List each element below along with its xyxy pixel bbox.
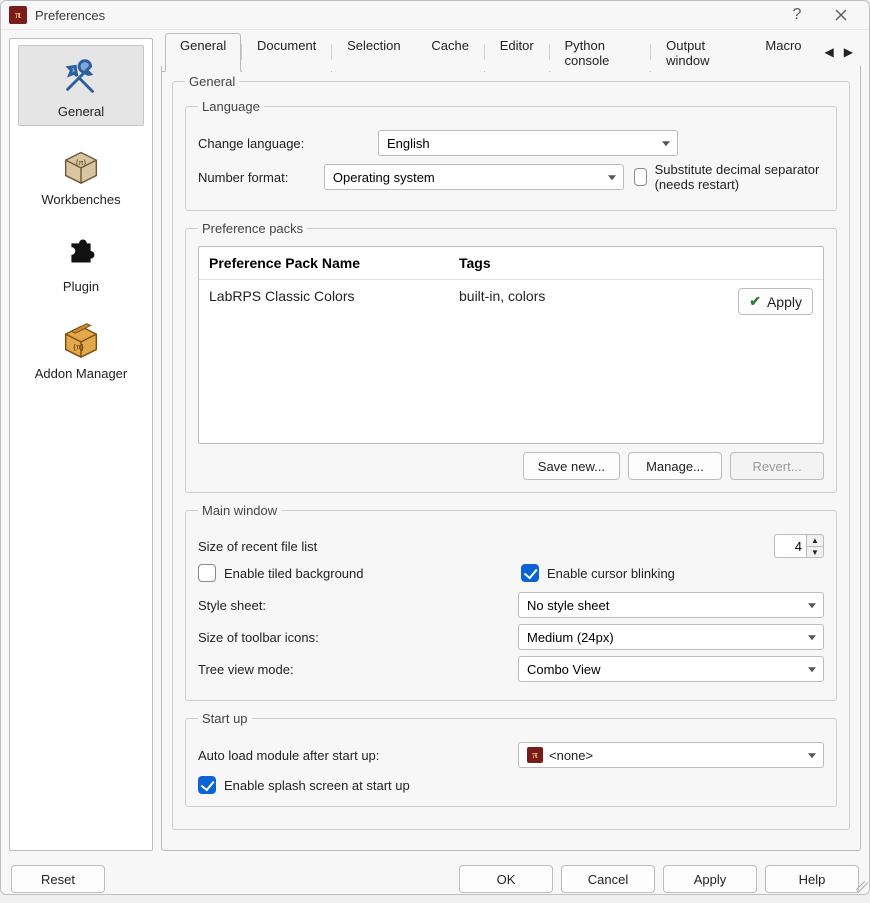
category-label: Workbenches bbox=[41, 192, 120, 207]
toolbar-size-label: Size of toolbar icons: bbox=[198, 630, 508, 645]
number-format-label: Number format: bbox=[198, 170, 314, 185]
category-addon-manager[interactable]: {π} Addon Manager bbox=[18, 308, 144, 387]
tiled-bg-checkbox[interactable] bbox=[198, 564, 216, 582]
tab-cache[interactable]: Cache bbox=[416, 33, 484, 72]
tab-python-console[interactable]: Python console bbox=[550, 33, 651, 72]
category-list: General {π} Workbenches bbox=[9, 38, 153, 851]
pack-name: LabRPS Classic Colors bbox=[199, 280, 449, 323]
ok-button[interactable]: OK bbox=[459, 865, 553, 893]
tree-mode-label: Tree view mode: bbox=[198, 662, 508, 677]
tiled-bg-label: Enable tiled background bbox=[224, 566, 364, 581]
change-language-select[interactable]: English bbox=[378, 130, 678, 156]
dialog-footer: Reset OK Cancel Apply Help bbox=[1, 859, 869, 903]
group-general-title: General bbox=[185, 74, 239, 89]
group-startup-title: Start up bbox=[198, 711, 252, 726]
group-mainwindow-title: Main window bbox=[198, 503, 281, 518]
tab-editor[interactable]: Editor bbox=[485, 33, 549, 72]
substitute-decimal-label: Substitute decimal separator (needs rest… bbox=[655, 162, 824, 192]
number-format-select[interactable]: Operating system bbox=[324, 164, 624, 190]
resize-grip-icon[interactable] bbox=[856, 881, 868, 893]
autoload-select[interactable]: π <none> bbox=[518, 742, 824, 768]
category-label: General bbox=[58, 104, 104, 119]
autoload-label: Auto load module after start up: bbox=[198, 748, 508, 763]
group-prefpacks-title: Preference packs bbox=[198, 221, 307, 236]
style-sheet-select[interactable]: No style sheet bbox=[518, 592, 824, 618]
change-language-label: Change language: bbox=[198, 136, 368, 151]
style-sheet-label: Style sheet: bbox=[198, 598, 508, 613]
help-icon[interactable]: ? bbox=[775, 1, 819, 29]
col-tags: Tags bbox=[449, 247, 723, 279]
substitute-decimal-checkbox[interactable] bbox=[634, 168, 647, 186]
tree-mode-select[interactable]: Combo View bbox=[518, 656, 824, 682]
tab-macro[interactable]: Macro bbox=[750, 33, 816, 72]
category-general[interactable]: General bbox=[18, 45, 144, 126]
cursor-blink-checkbox[interactable] bbox=[521, 564, 539, 582]
window-title: Preferences bbox=[35, 8, 775, 23]
recent-list-input[interactable] bbox=[774, 534, 806, 558]
col-pack-name: Preference Pack Name bbox=[199, 247, 449, 279]
tools-icon bbox=[57, 52, 105, 100]
apply-button[interactable]: Apply bbox=[663, 865, 757, 893]
titlebar: π Preferences ? bbox=[1, 1, 869, 30]
manage-button[interactable]: Manage... bbox=[628, 452, 722, 480]
category-workbenches[interactable]: {π} Workbenches bbox=[18, 134, 144, 213]
pack-apply-button[interactable]: ✔ Apply bbox=[738, 288, 813, 315]
tab-bar: General Document Selection Cache Editor … bbox=[161, 32, 817, 72]
tab-general[interactable]: General bbox=[165, 33, 241, 72]
app-icon: π bbox=[9, 6, 27, 24]
cancel-button[interactable]: Cancel bbox=[561, 865, 655, 893]
cursor-blink-label: Enable cursor blinking bbox=[547, 566, 675, 581]
tab-selection[interactable]: Selection bbox=[332, 33, 415, 72]
app-icon: π bbox=[527, 747, 543, 763]
tab-output-window[interactable]: Output window bbox=[651, 33, 750, 72]
check-icon: ✔ bbox=[749, 293, 761, 310]
help-button[interactable]: Help bbox=[765, 865, 859, 893]
pack-tags: built-in, colors bbox=[449, 280, 723, 323]
splash-label: Enable splash screen at start up bbox=[224, 778, 410, 793]
package-icon: {π} bbox=[57, 314, 105, 362]
reset-button[interactable]: Reset bbox=[11, 865, 105, 893]
puzzle-icon bbox=[57, 227, 105, 275]
svg-text:{π}: {π} bbox=[76, 158, 87, 167]
splash-checkbox[interactable] bbox=[198, 776, 216, 794]
spin-up-icon[interactable]: ▲ bbox=[806, 534, 824, 546]
recent-list-label: Size of recent file list bbox=[198, 539, 764, 554]
settings-panel: General Language Change language: Englis… bbox=[161, 66, 861, 851]
recent-list-spin[interactable]: ▲▼ bbox=[774, 534, 824, 558]
tab-scroll-left-icon[interactable]: ◀ bbox=[821, 43, 838, 61]
save-new-button[interactable]: Save new... bbox=[523, 452, 620, 480]
tab-scroll-right-icon[interactable]: ▶ bbox=[840, 43, 857, 61]
category-plugin[interactable]: Plugin bbox=[18, 221, 144, 300]
close-icon[interactable] bbox=[819, 1, 863, 29]
table-row: LabRPS Classic Colors built-in, colors ✔… bbox=[199, 280, 823, 323]
toolbar-size-select[interactable]: Medium (24px) bbox=[518, 624, 824, 650]
svg-text:{π}: {π} bbox=[73, 343, 84, 352]
preferences-window: π Preferences ? G bbox=[0, 0, 870, 895]
group-language-title: Language bbox=[198, 99, 264, 114]
tab-document[interactable]: Document bbox=[242, 33, 331, 72]
revert-button[interactable]: Revert... bbox=[730, 452, 824, 480]
box-icon: {π} bbox=[57, 140, 105, 188]
category-label: Addon Manager bbox=[35, 366, 128, 381]
category-label: Plugin bbox=[63, 279, 99, 294]
spin-down-icon[interactable]: ▼ bbox=[806, 546, 824, 558]
pref-pack-table: Preference Pack Name Tags LabRPS Classic… bbox=[198, 246, 824, 444]
